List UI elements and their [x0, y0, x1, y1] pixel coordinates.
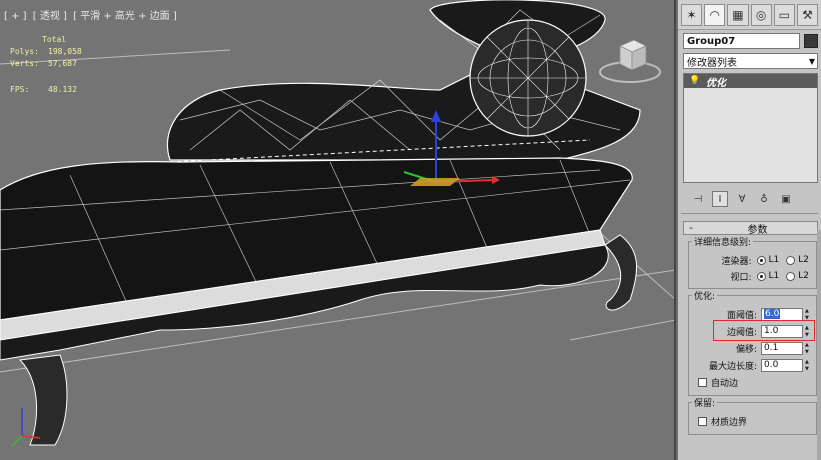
- renderer-l1-radio[interactable]: [756, 255, 766, 265]
- configure-modifier-sets-button[interactable]: ▣: [778, 191, 794, 207]
- collapse-icon: -: [689, 222, 693, 234]
- renderer-label: 渲染器:: [721, 256, 752, 267]
- material-boundary-label: 材质边界: [711, 418, 748, 428]
- detail-level-group: 详细信息级别: 渲染器: L1 L2 视口: L1 L2: [688, 235, 817, 289]
- renderer-l1-label: L1: [768, 255, 780, 265]
- viewport-menu-plus[interactable]: [ + ]: [4, 11, 27, 22]
- preserve-group: 保留: 材质边界: [688, 396, 817, 435]
- motion-tab[interactable]: ◎: [750, 4, 772, 26]
- configure-modifier-sets-icon: ▣: [781, 193, 791, 205]
- viewport-l1-label: L1: [768, 271, 780, 281]
- utilities-icon: ⚒: [802, 8, 813, 22]
- viewport-menu-shading[interactable]: [ 平滑 + 高光 + 边面 ]: [73, 11, 177, 22]
- auto-edge-label: 自动边: [711, 379, 739, 389]
- lightbulb-icon[interactable]: 💡: [684, 76, 706, 86]
- parameters-rollout-header[interactable]: - 参数: [683, 221, 818, 236]
- pin-stack-button[interactable]: ⊣: [690, 191, 706, 207]
- command-panel: ✶ ◠ ▦ ◎ ▭ ⚒ Group07 修改器列表 ▼ 💡 优化 ⊣ I ∀ ♁…: [678, 0, 821, 460]
- edge-threshold-input[interactable]: 1.0: [761, 325, 803, 338]
- face-threshold-value: 6.0: [764, 309, 781, 319]
- object-name-row: Group07: [678, 30, 821, 49]
- bias-spinner[interactable]: ▲ ▼: [805, 342, 813, 355]
- modifier-list-dropdown[interactable]: 修改器列表 ▼: [683, 53, 818, 69]
- optimize-title: 优化:: [692, 289, 718, 302]
- stats-total-label: Total: [42, 35, 67, 44]
- face-threshold-spinner[interactable]: ▲ ▼: [805, 308, 813, 321]
- display-tab[interactable]: ▭: [773, 4, 795, 26]
- viewport-l2-label: L2: [798, 271, 809, 281]
- viewport-menu-perspective[interactable]: [ 透视 ]: [33, 11, 67, 22]
- hierarchy-icon: ▦: [732, 8, 744, 22]
- viewport-scene: [0, 0, 674, 447]
- material-boundary-row: 材质边界: [692, 413, 813, 430]
- material-boundary-checkbox[interactable]: [698, 417, 707, 426]
- face-threshold-label: 面阈值:: [726, 311, 757, 321]
- show-end-result-button[interactable]: I: [712, 191, 728, 207]
- stack-item-label: 优化: [706, 77, 726, 89]
- max-edge-length-row: 最大边长度: 0.0 ▲ ▼: [692, 357, 813, 374]
- viewcube-icon[interactable]: [598, 36, 662, 86]
- detail-level-title: 详细信息级别:: [692, 235, 754, 248]
- renderer-l2-radio[interactable]: [786, 255, 796, 265]
- edge-threshold-label: 边阈值:: [726, 328, 757, 338]
- edge-threshold-spinner[interactable]: ▲ ▼: [805, 325, 813, 338]
- verts-value: 57,687: [48, 59, 77, 68]
- bias-input[interactable]: 0.1: [761, 342, 803, 355]
- viewport-l1-radio[interactable]: [756, 271, 766, 281]
- stack-item-optimize[interactable]: 💡 优化: [684, 74, 817, 89]
- optimize-group: 优化: 面阈值: 6.0 ▲ ▼ 边阈值: 1.0 ▲ ▼ 偏移: 0.1 ▲ ▼ 最…: [688, 289, 817, 396]
- modify-tab[interactable]: ◠: [704, 4, 726, 26]
- make-unique-button[interactable]: ∀: [734, 191, 750, 207]
- create-icon: ✶: [686, 8, 697, 22]
- rollout-title: 参数: [747, 224, 768, 236]
- fps-value: 48.132: [48, 85, 77, 94]
- max-edge-length-input[interactable]: 0.0: [761, 359, 803, 372]
- utilities-tab[interactable]: ⚒: [796, 4, 819, 26]
- preserve-title: 保留:: [692, 396, 718, 409]
- make-unique-icon: ∀: [738, 193, 746, 205]
- auto-edge-checkbox[interactable]: [698, 378, 707, 387]
- max-edge-length-label: 最大边长度:: [708, 362, 757, 372]
- edge-threshold-row: 边阈值: 1.0 ▲ ▼: [692, 323, 813, 340]
- modify-icon: ◠: [709, 8, 720, 22]
- renderer-l2-label: L2: [798, 255, 809, 265]
- viewport-lod-label: 视口:: [730, 272, 752, 283]
- viewport-label[interactable]: [ + ] [ 透视 ] [ 平滑 + 高光 + 边面 ]: [4, 7, 180, 22]
- remove-modifier-button[interactable]: ♁: [756, 191, 772, 207]
- viewport-lod-row: 视口: L1 L2: [692, 268, 813, 284]
- verts-label: Verts:: [10, 59, 39, 68]
- hierarchy-tab[interactable]: ▦: [727, 4, 749, 26]
- polys-value: 198,058: [48, 47, 82, 56]
- motion-icon: ◎: [755, 8, 767, 22]
- create-tab[interactable]: ✶: [681, 4, 703, 26]
- viewport-l2-radio[interactable]: [786, 271, 796, 281]
- stack-toolbar: ⊣ I ∀ ♁ ▣: [678, 183, 821, 211]
- object-color-swatch[interactable]: [804, 34, 818, 48]
- display-icon: ▭: [778, 8, 790, 22]
- modifier-stack[interactable]: 💡 优化: [683, 73, 818, 183]
- bias-label: 偏移:: [735, 345, 757, 355]
- fps-label: FPS:: [10, 85, 30, 94]
- panel-scrollbar[interactable]: [817, 230, 821, 460]
- polys-label: Polys:: [10, 47, 39, 56]
- renderer-row: 渲染器: L1 L2: [692, 252, 813, 268]
- show-end-result-icon: I: [718, 193, 722, 205]
- pin-stack-icon: ⊣: [693, 193, 703, 205]
- modifier-list-label: 修改器列表: [687, 57, 737, 69]
- perspective-viewport[interactable]: [ + ] [ 透视 ] [ 平滑 + 高光 + 边面 ] Total Poly…: [0, 0, 676, 460]
- viewport-statistics: Total Polys: 198,058 Verts: 57,687 FPS: …: [10, 34, 82, 96]
- bias-row: 偏移: 0.1 ▲ ▼: [692, 340, 813, 357]
- divider: [681, 213, 818, 214]
- max-edge-length-spinner[interactable]: ▲ ▼: [805, 359, 813, 372]
- chevron-down-icon: ▼: [808, 56, 815, 66]
- object-name-field[interactable]: Group07: [683, 33, 801, 49]
- auto-edge-row: 自动边: [692, 374, 813, 391]
- face-threshold-row: 面阈值: 6.0 ▲ ▼: [692, 306, 813, 323]
- face-threshold-input[interactable]: 6.0: [761, 308, 803, 321]
- remove-modifier-icon: ♁: [760, 193, 768, 205]
- command-panel-tabs: ✶ ◠ ▦ ◎ ▭ ⚒: [678, 0, 821, 30]
